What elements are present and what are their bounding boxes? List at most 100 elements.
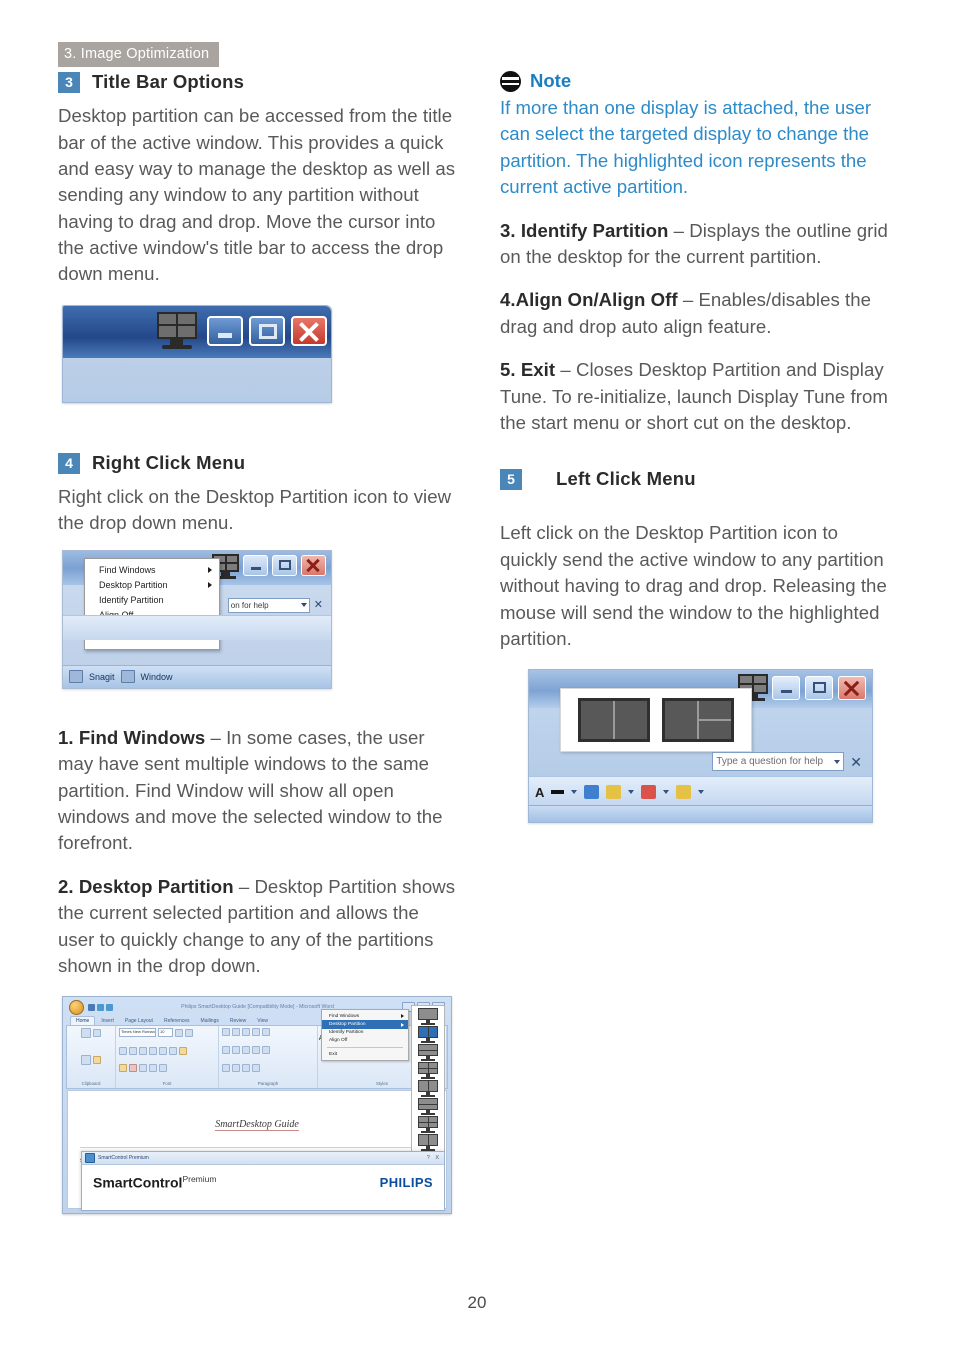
list-item-term: Align On/Align Off bbox=[515, 289, 678, 311]
chevron-down-icon[interactable] bbox=[663, 790, 670, 795]
partition-thumbnail[interactable] bbox=[416, 1008, 440, 1026]
superscript-icon[interactable] bbox=[169, 1046, 177, 1055]
paragraph-right-click-menu: Right click on the Desktop Partition ico… bbox=[58, 485, 452, 534]
numbering-icon[interactable] bbox=[232, 1028, 240, 1037]
figure-title-bar bbox=[62, 304, 332, 403]
office-orb-icon[interactable] bbox=[69, 999, 84, 1015]
partition-thumbnail[interactable] bbox=[416, 1134, 440, 1152]
partition-thumbnail[interactable] bbox=[416, 1062, 440, 1080]
decrease-indent-icon[interactable] bbox=[252, 1028, 260, 1037]
help-search-field[interactable]: Type a question for help bbox=[712, 752, 845, 772]
bold-icon[interactable] bbox=[119, 1046, 127, 1055]
menu-item-identify-partition[interactable]: Identify Partition bbox=[85, 593, 219, 608]
maximize-button[interactable] bbox=[272, 554, 297, 576]
phonetic-guide-icon[interactable] bbox=[159, 1063, 167, 1072]
new-comment-icon[interactable] bbox=[606, 785, 622, 800]
italic-icon[interactable] bbox=[129, 1046, 137, 1055]
partition-thumbnail-selected[interactable] bbox=[416, 1026, 440, 1044]
font-name-field[interactable]: Times New Roman bbox=[119, 1028, 156, 1038]
tab-view[interactable]: View bbox=[252, 1017, 273, 1025]
tab-home[interactable]: Home bbox=[70, 1016, 96, 1026]
chevron-down-icon[interactable] bbox=[571, 790, 578, 795]
maximize-button[interactable] bbox=[805, 676, 833, 701]
subscript-icon[interactable] bbox=[159, 1046, 167, 1055]
spelling-icon[interactable] bbox=[676, 785, 692, 800]
paste-icon[interactable] bbox=[81, 1028, 91, 1039]
sort-icon[interactable] bbox=[242, 1063, 250, 1072]
menu-item-find-windows[interactable]: Find Windows bbox=[322, 1012, 408, 1020]
menu-item-exit[interactable]: Exit bbox=[322, 1050, 408, 1058]
taskbar-item-snagit[interactable]: Snagit bbox=[89, 672, 115, 682]
show-marks-icon[interactable] bbox=[252, 1063, 260, 1072]
partition-thumbnail[interactable] bbox=[416, 1116, 440, 1134]
increase-indent-icon[interactable] bbox=[262, 1028, 270, 1037]
close-button[interactable] bbox=[291, 315, 327, 346]
multilevel-list-icon[interactable] bbox=[242, 1028, 250, 1037]
menu-item-desktop-partition[interactable]: Desktop Partition bbox=[85, 578, 219, 593]
font-color-icon[interactable]: A bbox=[535, 786, 544, 799]
taskbar-icon bbox=[69, 670, 83, 684]
bullets-icon[interactable] bbox=[222, 1028, 230, 1037]
taskbar-item-window[interactable]: Window bbox=[141, 672, 173, 682]
minimize-button[interactable] bbox=[207, 315, 243, 346]
tab-page-layout[interactable]: Page Layout bbox=[120, 1017, 158, 1025]
align-left-icon[interactable] bbox=[222, 1045, 230, 1054]
desktop-partition-dropdown-menu[interactable]: Find Windows Desktop Partition Identify … bbox=[321, 1009, 409, 1062]
underline-icon[interactable] bbox=[139, 1046, 147, 1055]
partition-layout-submenu[interactable] bbox=[411, 1005, 445, 1173]
minimize-button[interactable] bbox=[772, 676, 800, 701]
strikethrough-icon[interactable] bbox=[149, 1046, 157, 1055]
right-column: Note If more than one display is attache… bbox=[500, 70, 898, 824]
font-size-field[interactable]: 10 bbox=[158, 1028, 173, 1038]
cut-icon[interactable] bbox=[93, 1029, 101, 1038]
partition-thumbnail[interactable] bbox=[416, 1098, 440, 1116]
format-painter-icon[interactable] bbox=[93, 1055, 101, 1064]
partition-selector-popup[interactable] bbox=[560, 688, 752, 753]
align-center-icon[interactable] bbox=[232, 1045, 240, 1054]
borders-icon[interactable] bbox=[232, 1063, 240, 1072]
text-effects-icon[interactable] bbox=[149, 1063, 157, 1072]
save-icon[interactable] bbox=[88, 1003, 95, 1011]
undo-icon[interactable] bbox=[97, 1003, 104, 1011]
font-color-icon[interactable] bbox=[129, 1063, 137, 1072]
help-search-field[interactable]: on for help bbox=[227, 597, 310, 613]
section-badge-5: 5 bbox=[500, 469, 522, 491]
minimize-button[interactable] bbox=[243, 554, 268, 576]
align-right-icon[interactable] bbox=[242, 1045, 250, 1054]
grow-font-icon[interactable] bbox=[175, 1028, 183, 1037]
smartcontrol-window-buttons[interactable]: ? X bbox=[427, 1155, 441, 1161]
partition-thumbnail[interactable] bbox=[416, 1044, 440, 1062]
close-icon[interactable]: ✕ bbox=[850, 755, 862, 769]
text-highlight-icon[interactable] bbox=[119, 1063, 127, 1072]
change-case-icon[interactable] bbox=[139, 1063, 147, 1072]
figure-word-window: Philips SmartDesktop Guide [Compatibilit… bbox=[62, 996, 452, 1215]
document-heading: SmartDesktop Guide bbox=[215, 1119, 299, 1132]
tab-review[interactable]: Review bbox=[225, 1017, 251, 1025]
partition-thumbnail-three-zone[interactable] bbox=[662, 698, 734, 743]
copy-icon[interactable] bbox=[81, 1054, 91, 1065]
menu-item-align-off[interactable]: Align Off bbox=[322, 1037, 408, 1045]
menu-item-find-windows[interactable]: Find Windows bbox=[85, 563, 219, 578]
track-changes-icon[interactable] bbox=[584, 785, 600, 800]
chevron-down-icon[interactable] bbox=[698, 790, 705, 795]
shrink-font-icon[interactable] bbox=[185, 1028, 193, 1037]
tab-references[interactable]: References bbox=[159, 1017, 195, 1025]
justify-icon[interactable] bbox=[252, 1045, 260, 1054]
line-spacing-icon[interactable] bbox=[262, 1045, 270, 1054]
reject-change-icon[interactable] bbox=[641, 785, 657, 800]
partition-thumbnail[interactable] bbox=[416, 1080, 440, 1098]
close-button[interactable] bbox=[838, 676, 866, 701]
maximize-button[interactable] bbox=[249, 315, 285, 346]
tab-mailings[interactable]: Mailings bbox=[196, 1017, 224, 1025]
menu-item-desktop-partition[interactable]: Desktop Partition bbox=[322, 1020, 408, 1029]
clear-formatting-icon[interactable] bbox=[179, 1046, 187, 1055]
shading-icon[interactable] bbox=[222, 1063, 230, 1072]
menu-item-identify-partition[interactable]: Identify Partition bbox=[322, 1029, 408, 1037]
close-icon[interactable]: ✕ bbox=[314, 599, 323, 611]
redo-icon[interactable] bbox=[106, 1003, 113, 1011]
tab-insert[interactable]: Insert bbox=[96, 1017, 119, 1025]
chevron-down-icon[interactable] bbox=[628, 790, 635, 795]
quick-access-toolbar[interactable] bbox=[88, 1003, 113, 1011]
partition-thumbnail-two-column[interactable] bbox=[578, 698, 650, 743]
close-button[interactable] bbox=[301, 554, 326, 576]
